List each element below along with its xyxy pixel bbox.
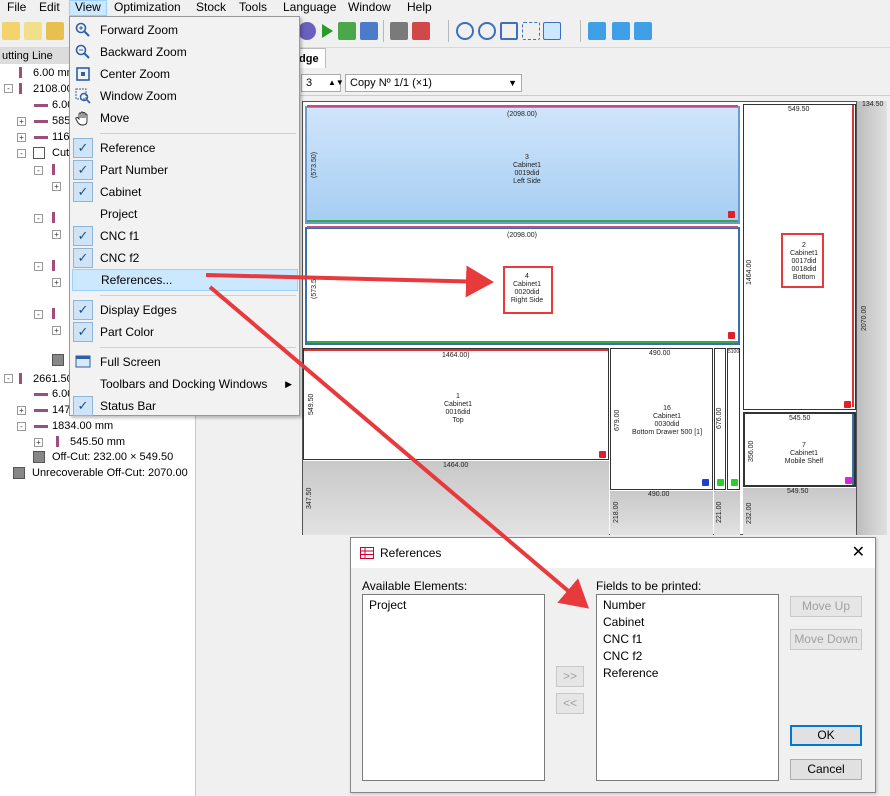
arrow-to-dialog xyxy=(208,285,590,609)
annotation-arrows xyxy=(205,265,590,609)
arrow-to-piece-label xyxy=(205,265,494,298)
